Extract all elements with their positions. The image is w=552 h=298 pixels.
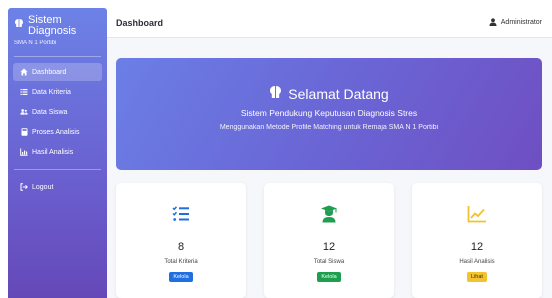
top-strip: [0, 0, 552, 8]
logout-label: Logout: [32, 183, 54, 191]
sidebar-item-label: Dashboard: [32, 68, 67, 76]
users-icon: [20, 108, 28, 116]
brand-title: Sistem Diagnosis: [28, 14, 77, 37]
hasil-analisis-label: Hasil Analisis: [459, 259, 495, 265]
brain-icon: [14, 15, 24, 33]
sidebar-item-data-kriteria[interactable]: Data Kriteria: [13, 83, 102, 101]
list-icon: [20, 88, 28, 96]
stat-card-kriteria: 8 Total Kriteria Kelola: [116, 183, 246, 298]
total-kriteria-value: 8: [177, 241, 185, 253]
lihat-hasil-button[interactable]: Lihat: [467, 272, 487, 282]
total-kriteria-label: Total Kriteria: [164, 259, 198, 265]
sidebar: Sistem Diagnosis SMA N 1 Portibi Dashboa…: [8, 8, 107, 298]
sidebar-item-label: Proses Analisis: [32, 128, 80, 136]
kelola-kriteria-button[interactable]: Kelola: [169, 272, 193, 282]
sidebar-item-label: Data Kriteria: [32, 88, 71, 96]
main-content: Dashboard Administrator Selamat Datang S…: [107, 8, 552, 298]
sidebar-divider: [14, 56, 101, 57]
user-menu[interactable]: Administrator: [489, 17, 542, 28]
brain-icon: [269, 85, 282, 102]
welcome-title: Selamat Datang: [288, 85, 389, 102]
calculator-icon: [20, 128, 28, 136]
hasil-analisis-value: 12: [470, 241, 484, 253]
sidebar-item-data-siswa[interactable]: Data Siswa: [13, 103, 102, 121]
brand: Sistem Diagnosis SMA N 1 Portibi: [8, 8, 107, 47]
sidebar-item-proses-analisis[interactable]: Proses Analisis: [13, 123, 102, 141]
welcome-banner: Selamat Datang Sistem Pendukung Keputusa…: [116, 58, 542, 170]
total-siswa-value: 12: [322, 241, 336, 253]
topbar: Dashboard Administrator: [107, 8, 552, 38]
logout-icon: [20, 183, 28, 191]
checklist-icon: [116, 205, 246, 229]
sidebar-item-label: Hasil Analisis: [32, 148, 74, 156]
graduate-icon: [264, 205, 394, 229]
home-icon: [20, 68, 28, 76]
brand-subtitle: SMA N 1 Portibi: [14, 40, 57, 46]
welcome-subtitle: Sistem Pendukung Keputusan Diagnosis Str…: [240, 108, 418, 118]
stat-card-siswa: 12 Total Siswa Kelola: [264, 183, 394, 298]
sidebar-item-dashboard[interactable]: Dashboard: [13, 63, 102, 81]
welcome-description: Menggunakan Metode Profile Matching untu…: [219, 124, 439, 131]
sidebar-divider: [14, 169, 101, 170]
kelola-siswa-button[interactable]: Kelola: [317, 272, 341, 282]
page-title: Dashboard: [116, 17, 164, 28]
sidebar-item-label: Data Siswa: [32, 108, 68, 116]
logout-button[interactable]: Logout: [13, 178, 102, 196]
line-chart-icon: [412, 205, 542, 229]
total-siswa-label: Total Siswa: [313, 259, 345, 265]
stat-card-hasil: 12 Hasil Analisis Lihat: [412, 183, 542, 298]
sidebar-item-hasil-analisis[interactable]: Hasil Analisis: [13, 143, 102, 161]
user-name: Administrator: [500, 19, 542, 26]
user-icon: [489, 17, 497, 28]
chart-icon: [20, 148, 28, 156]
